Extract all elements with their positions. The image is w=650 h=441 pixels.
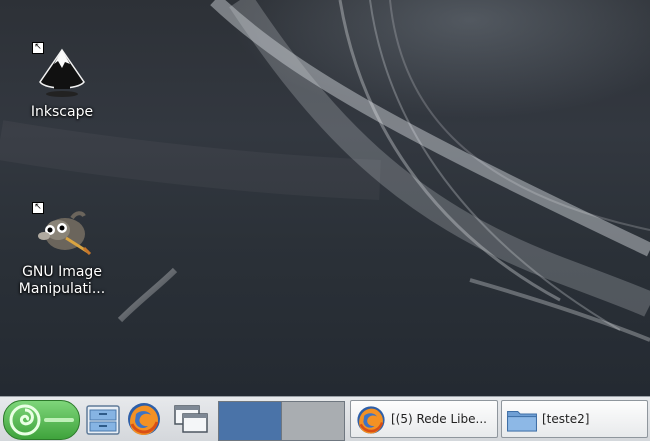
pager-desktop-2[interactable] bbox=[281, 401, 345, 441]
file-manager-icon bbox=[86, 405, 120, 435]
shortcut-arrow-icon: ↖ bbox=[32, 42, 44, 54]
firefox-icon bbox=[128, 403, 160, 435]
desktop[interactable]: ↖ Inkscape ↖ GNU Image Manipulati... [(5… bbox=[0, 0, 650, 441]
desktop-icon-label: Inkscape bbox=[30, 104, 94, 120]
desktop-icon-inkscape[interactable]: ↖ Inkscape bbox=[7, 42, 117, 121]
taskbar-task-firefox[interactable]: [(5) Rede Libe... bbox=[350, 400, 498, 438]
taskbar-task-label: [teste2] bbox=[542, 412, 590, 426]
folder-icon bbox=[507, 410, 537, 432]
show-desktop-icon bbox=[174, 405, 208, 433]
desktop-icon-gimp[interactable]: ↖ GNU Image Manipulati... bbox=[7, 202, 117, 298]
pager-desktop-1[interactable] bbox=[218, 401, 282, 441]
launcher-show-desktop[interactable] bbox=[171, 400, 211, 438]
shortcut-arrow-icon: ↖ bbox=[32, 202, 44, 214]
launcher-firefox[interactable] bbox=[124, 400, 164, 438]
opensuse-gecko-icon bbox=[9, 404, 74, 436]
taskbar-task-folder[interactable]: [teste2] bbox=[501, 400, 648, 438]
application-menu-button[interactable] bbox=[3, 400, 80, 440]
desktop-icon-label: GNU Image Manipulati... bbox=[18, 264, 106, 297]
taskbar-task-label: [(5) Rede Libe... bbox=[391, 412, 487, 426]
firefox-icon bbox=[357, 406, 385, 434]
taskbar: [(5) Rede Libe... [teste2] bbox=[0, 396, 650, 441]
launcher-file-manager[interactable] bbox=[83, 400, 123, 438]
